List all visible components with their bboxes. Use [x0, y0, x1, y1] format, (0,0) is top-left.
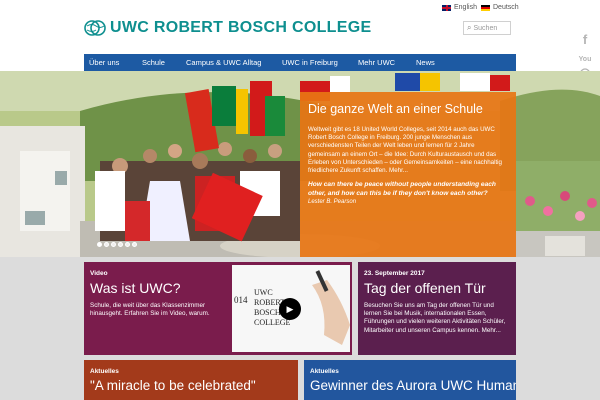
- hero-slider: Die ganze Welt an einer Schule Weltweit …: [0, 71, 600, 257]
- nav-item-schule[interactable]: Schule: [142, 58, 165, 67]
- facebook-icon[interactable]: f: [576, 30, 594, 48]
- svg-text:BOSCH: BOSCH: [254, 308, 281, 317]
- slider-dot[interactable]: [125, 242, 130, 247]
- card-tag: Aktuelles: [310, 368, 339, 375]
- card-title: Tag der offenen Tür: [364, 280, 486, 296]
- event-card[interactable]: 23. September 2017 Tag der offenen Tür B…: [358, 262, 516, 355]
- slider-dot[interactable]: [132, 242, 137, 247]
- svg-text:UWC: UWC: [254, 288, 273, 297]
- video-thumbnail[interactable]: 014 UWC ROBERT BOSCH COLLEGE ▶: [232, 265, 350, 352]
- globe-logo-icon: [84, 20, 106, 36]
- hero-text: Weltweit gibt es 18 United World College…: [308, 126, 502, 175]
- slider-dots: [97, 242, 137, 247]
- language-german-label: Deutsch: [493, 4, 519, 11]
- nav-item-campus[interactable]: Campus & UWC Alltag: [186, 58, 261, 67]
- nav-item-news[interactable]: News: [416, 58, 435, 67]
- svg-text:014: 014: [234, 295, 248, 305]
- slider-dot[interactable]: [111, 242, 116, 247]
- slider-dot[interactable]: [97, 242, 102, 247]
- site-header: UWC ROBERT BOSCH COLLEGE English Deutsch…: [0, 0, 600, 54]
- uk-flag-icon: [442, 4, 451, 11]
- german-flag-icon: [481, 4, 490, 11]
- main-navigation: Über uns Schule Campus & UWC Alltag UWC …: [84, 54, 516, 71]
- news-card[interactable]: Aktuelles "A miracle to be celebrated": [84, 360, 298, 400]
- hero-title: Die ganze Welt an einer Schule: [308, 102, 483, 116]
- nav-item-uwc-freiburg[interactable]: UWC in Freiburg: [282, 58, 338, 67]
- logo-text: UWC ROBERT BOSCH COLLEGE: [110, 19, 372, 36]
- video-card[interactable]: Video Was ist UWC? Schule, die weit über…: [84, 262, 352, 355]
- card-tag: Aktuelles: [90, 368, 119, 375]
- language-english-label: English: [454, 4, 477, 11]
- card-text: Schule, die weit über das Klassenzimmer …: [90, 302, 210, 318]
- card-title: "A miracle to be celebrated": [90, 378, 256, 393]
- search-placeholder: Suchen: [473, 24, 498, 32]
- search-input[interactable]: ⌕ Suchen: [463, 21, 511, 35]
- nav-item-mehr-uwc[interactable]: Mehr UWC: [358, 58, 395, 67]
- play-icon[interactable]: ▶: [279, 298, 301, 320]
- news-card[interactable]: Aktuelles Gewinner des Aurora UWC Humani…: [304, 360, 516, 400]
- hero-quote: How can there be peace without people un…: [308, 181, 496, 197]
- nav-item-ueber-uns[interactable]: Über uns: [89, 58, 119, 67]
- slider-dot[interactable]: [104, 242, 109, 247]
- search-icon: ⌕: [467, 23, 472, 32]
- svg-text:COLLEGE: COLLEGE: [254, 318, 291, 327]
- hero-quote-author: Lester B. Pearson: [308, 199, 357, 206]
- card-text: Besuchen Sie uns am Tag der offenen Tür …: [364, 302, 506, 334]
- language-german[interactable]: Deutsch: [481, 4, 519, 11]
- card-tag: 23. September 2017: [364, 270, 425, 277]
- language-english[interactable]: English: [442, 4, 477, 11]
- hero-caption-box: Die ganze Welt an einer Schule Weltweit …: [300, 92, 516, 257]
- site-logo[interactable]: UWC ROBERT BOSCH COLLEGE: [84, 17, 371, 39]
- card-title: Gewinner des Aurora UWC Humanitarian Pro…: [310, 378, 516, 393]
- slider-dot[interactable]: [118, 242, 123, 247]
